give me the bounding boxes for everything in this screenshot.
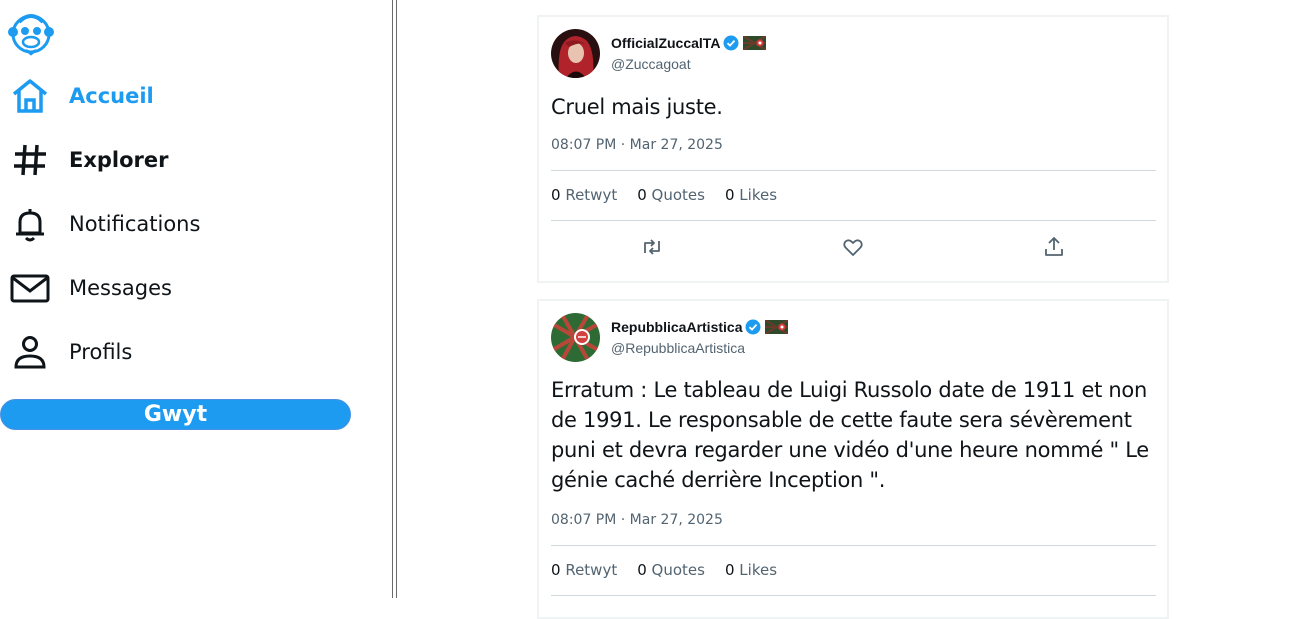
avatar[interactable] <box>551 313 600 362</box>
tweet-text: Cruel mais juste. <box>551 95 723 119</box>
divider <box>551 545 1156 546</box>
author-row: RepubblicaArtistica <box>611 319 790 335</box>
like-count[interactable]: 0 Likes <box>725 561 777 579</box>
like-icon[interactable] <box>838 232 868 262</box>
nav-label-accueil: Accueil <box>69 84 154 108</box>
verified-badge-icon <box>723 35 739 51</box>
divider <box>551 595 1156 596</box>
nav-item-explorer[interactable]: Explorer <box>0 133 380 187</box>
tweet-stats: 0 Retwyt 0 Quotes 0 Likes <box>551 561 797 579</box>
affiliation-flag-icon <box>764 319 790 335</box>
nav-item-messages[interactable]: Messages <box>0 261 380 315</box>
nav-item-notifications[interactable]: Notifications <box>0 197 380 251</box>
divider <box>551 220 1156 221</box>
profile-icon <box>10 332 50 372</box>
author-row: OfficialZuccalTA <box>611 35 767 51</box>
like-count[interactable]: 0 Likes <box>725 186 777 204</box>
retweet-count[interactable]: 0 Retwyt <box>551 186 617 204</box>
nav-label-messages: Messages <box>69 276 172 300</box>
sidebar: Accueil Explorer Notifications Messages … <box>0 0 392 598</box>
monkey-logo-icon[interactable] <box>8 8 54 56</box>
tweet-text: Erratum : Le tableau de Luigi Russolo da… <box>551 378 1149 492</box>
avatar[interactable] <box>551 29 600 78</box>
bell-icon <box>10 204 50 244</box>
nav-label-explorer: Explorer <box>69 148 169 172</box>
home-icon <box>10 76 50 116</box>
handle[interactable]: @RepubblicaArtistica <box>611 340 745 356</box>
display-name[interactable]: RepubblicaArtistica <box>611 319 742 335</box>
retweet-icon[interactable] <box>637 232 667 262</box>
nav-label-notifications: Notifications <box>69 212 201 236</box>
display-name[interactable]: OfficialZuccalTA <box>611 35 720 51</box>
timestamp[interactable]: 08:07 PM · Mar 27, 2025 <box>551 512 723 528</box>
share-icon[interactable] <box>1039 232 1069 262</box>
nav-item-accueil[interactable]: Accueil <box>0 69 380 123</box>
tweet-stats: 0 Retwyt 0 Quotes 0 Likes <box>551 186 797 204</box>
quote-count[interactable]: 0 Quotes <box>637 561 705 579</box>
sidebar-divider <box>392 0 397 598</box>
handle[interactable]: @Zuccagoat <box>611 56 691 72</box>
divider <box>551 170 1156 171</box>
nav-item-profils[interactable]: Profils <box>0 325 380 379</box>
tweet-card[interactable]: RepubblicaArtistica @RepubblicaArtistica… <box>537 299 1169 619</box>
quote-count[interactable]: 0 Quotes <box>637 186 705 204</box>
mail-icon <box>10 268 50 308</box>
timestamp[interactable]: 08:07 PM · Mar 27, 2025 <box>551 137 723 153</box>
hashtag-icon <box>10 140 50 180</box>
retweet-count[interactable]: 0 Retwyt <box>551 561 617 579</box>
nav-label-profils: Profils <box>69 340 133 364</box>
tweet-card[interactable]: OfficialZuccalTA @Zuccagoat Cruel mais j… <box>537 15 1169 283</box>
post-button[interactable]: Gwyt <box>0 399 351 430</box>
verified-badge-icon <box>745 319 761 335</box>
tweet-actions <box>551 232 1156 262</box>
affiliation-flag-icon <box>742 35 767 51</box>
